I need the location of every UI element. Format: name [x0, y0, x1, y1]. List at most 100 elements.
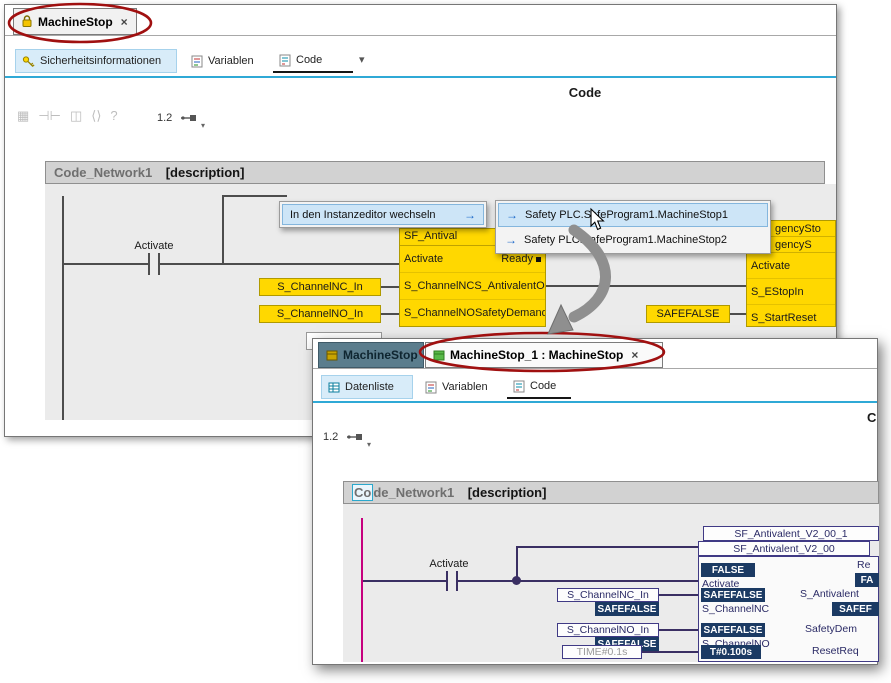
fb-output-pin-clipped: S_Antivalent	[800, 588, 879, 600]
screenshot-stage: MachineStop × Sicherheitsinformationen V…	[0, 0, 891, 683]
wire	[659, 594, 698, 596]
tab-variables[interactable]: Variablen	[419, 375, 501, 399]
fb-instance-name[interactable]: SF_Antivalent_V2_00_1	[703, 526, 879, 541]
wire	[160, 263, 399, 265]
editor-toolbar: ▦ ⊣⊢ ◫ ⟨⟩ ?	[17, 108, 118, 124]
doc-tab-machinestop[interactable]: MachineStop ×	[13, 8, 137, 35]
accent-divider	[5, 76, 836, 78]
variables-icon	[425, 381, 437, 394]
fb-input-pin: S_ChannelNC	[404, 280, 474, 292]
power-rail-magenta	[361, 518, 363, 662]
input-ref-s-channelno-in[interactable]: S_ChannelNO_In	[259, 305, 381, 323]
instance-editor-window: MachineStop MachineStop_1 : MachineStop …	[312, 338, 878, 665]
wire	[730, 313, 746, 315]
lock-icon	[21, 15, 33, 28]
page-title-clipped: C	[867, 410, 876, 425]
green-block-icon	[433, 349, 445, 361]
context-menu: In den Instanzeditor wechseln →	[279, 201, 487, 228]
fb-output-pin-clipped: ResetReq	[812, 645, 859, 657]
fb-output-pin: Ready	[501, 253, 533, 265]
network-description: [description]	[166, 165, 245, 180]
wire	[546, 285, 746, 287]
coil-tool-icon[interactable]: ◫	[70, 108, 82, 124]
wire	[381, 313, 399, 315]
network-header[interactable]: Code_Network1 [description]	[45, 161, 825, 184]
fb-input-pin: Activate	[404, 253, 443, 265]
tab-code[interactable]: Code	[273, 49, 353, 73]
zoom-level[interactable]: 1.2	[323, 431, 338, 443]
unknown-contact-tool-icon[interactable]: ?	[110, 108, 117, 124]
submenu-item-machinestop1[interactable]: → Safety PLC.SafeProgram1.MachineStop1	[498, 203, 768, 227]
branch-tool-icon[interactable]: ⟨⟩	[91, 108, 101, 124]
tab-label: Code	[530, 380, 556, 392]
fb-pin: S_ChannelNC	[702, 603, 769, 615]
zoom-icon[interactable]	[346, 432, 363, 442]
zoom-level[interactable]: 1.2	[157, 112, 172, 124]
key-icon	[22, 55, 35, 68]
branch-wire	[516, 546, 698, 548]
fb-output-pin: S_AntivalentOut	[474, 280, 546, 292]
dropdown-caret-icon[interactable]: ▾	[201, 121, 205, 130]
block-icon	[326, 349, 338, 361]
power-rail	[62, 196, 64, 420]
doc-tab-machinestop-1-instance[interactable]: MachineStop_1 : MachineStop ×	[425, 342, 663, 368]
contact-bar	[148, 253, 150, 275]
doc-tab-machinestop[interactable]: MachineStop	[318, 342, 424, 368]
network-description: [description]	[468, 485, 547, 500]
input-ref-s-channelnc-in[interactable]: S_ChannelNC_In	[259, 278, 381, 296]
tab-label: Variablen	[208, 55, 254, 67]
input-ref-s-channelnc-in[interactable]: S_ChannelNC_In	[557, 588, 659, 602]
submenu-arrow-icon: →	[464, 208, 476, 222]
submenu-item-machinestop2[interactable]: → Safety PLC.SafeProgram1.MachineStop2	[498, 228, 768, 252]
contact-bar	[446, 571, 448, 591]
network-name-selection: Co	[352, 484, 373, 501]
connection-square	[536, 257, 541, 262]
input-ref-s-channelno-in[interactable]: S_ChannelNO_In	[557, 623, 659, 637]
instance-submenu: → Safety PLC.SafeProgram1.MachineStop1 →…	[495, 200, 771, 254]
wire	[363, 580, 446, 582]
contact-tool-icon[interactable]: ⊣⊢	[38, 108, 61, 124]
tab-label: Code	[296, 54, 322, 66]
fb-input-pin: Activate	[751, 260, 790, 272]
tab-data-list[interactable]: Datenliste	[321, 375, 413, 399]
fb-type-name[interactable]: SF_Antivalent_V2_00	[698, 541, 870, 556]
network-header[interactable]: Code_Network1 [description]	[343, 481, 879, 504]
table-icon	[328, 381, 340, 393]
wire	[64, 263, 148, 265]
input-ref-time[interactable]: TIME#0.1s	[562, 645, 642, 659]
fb-input-pin: S_StartReset	[751, 312, 816, 324]
fb-output-pin-clipped: Re	[857, 559, 870, 571]
fbd-canvas[interactable]: Activate SF_Antivalent_V2_00_1 SF_Antiva…	[343, 504, 879, 662]
zoom-icon[interactable]	[180, 113, 197, 123]
variables-icon	[191, 55, 203, 68]
submenu-item-label: Safety PLC.SafeProgram1.MachineStop2	[524, 234, 727, 246]
network-name: de_Network1	[373, 485, 454, 500]
fb-input-pin: S_EStopIn	[751, 286, 804, 298]
online-value: SAFEFALSE	[701, 588, 765, 602]
page-title: Code	[525, 85, 645, 100]
tab-label: Sicherheitsinformationen	[40, 55, 161, 67]
contact-label[interactable]: Activate	[417, 558, 481, 570]
tab-safety-info[interactable]: Sicherheitsinformationen	[15, 49, 177, 73]
contact-label[interactable]: Activate	[120, 240, 188, 252]
grid-tool-icon[interactable]: ▦	[17, 108, 29, 124]
close-icon[interactable]: ×	[631, 348, 638, 362]
close-icon[interactable]: ×	[121, 15, 128, 29]
doc-tab-label: MachineStop_1 : MachineStop	[450, 348, 623, 362]
online-value-clipped: SAFEF	[832, 602, 879, 616]
fb-input-pin: S_ChannelNO	[404, 307, 475, 319]
menu-item-open-instance-editor[interactable]: In den Instanzeditor wechseln →	[282, 204, 484, 225]
chevron-down-icon[interactable]: ▾	[359, 53, 365, 66]
tab-bar-divider	[5, 35, 836, 36]
branch-wire	[222, 195, 224, 265]
tab-code[interactable]: Code	[507, 375, 571, 399]
doc-tab-label: MachineStop	[343, 348, 418, 362]
dropdown-caret-icon[interactable]: ▾	[367, 440, 371, 449]
const-safefalse[interactable]: SAFEFALSE	[646, 305, 730, 323]
tab-bar-divider	[313, 368, 877, 369]
code-icon	[279, 54, 291, 67]
tab-variables[interactable]: Variablen	[185, 49, 267, 73]
network-name: Code_Network1	[54, 165, 152, 180]
submenu-item-label: Safety PLC.SafeProgram1.MachineStop1	[525, 209, 728, 221]
online-value: T#0.100s	[701, 645, 761, 659]
